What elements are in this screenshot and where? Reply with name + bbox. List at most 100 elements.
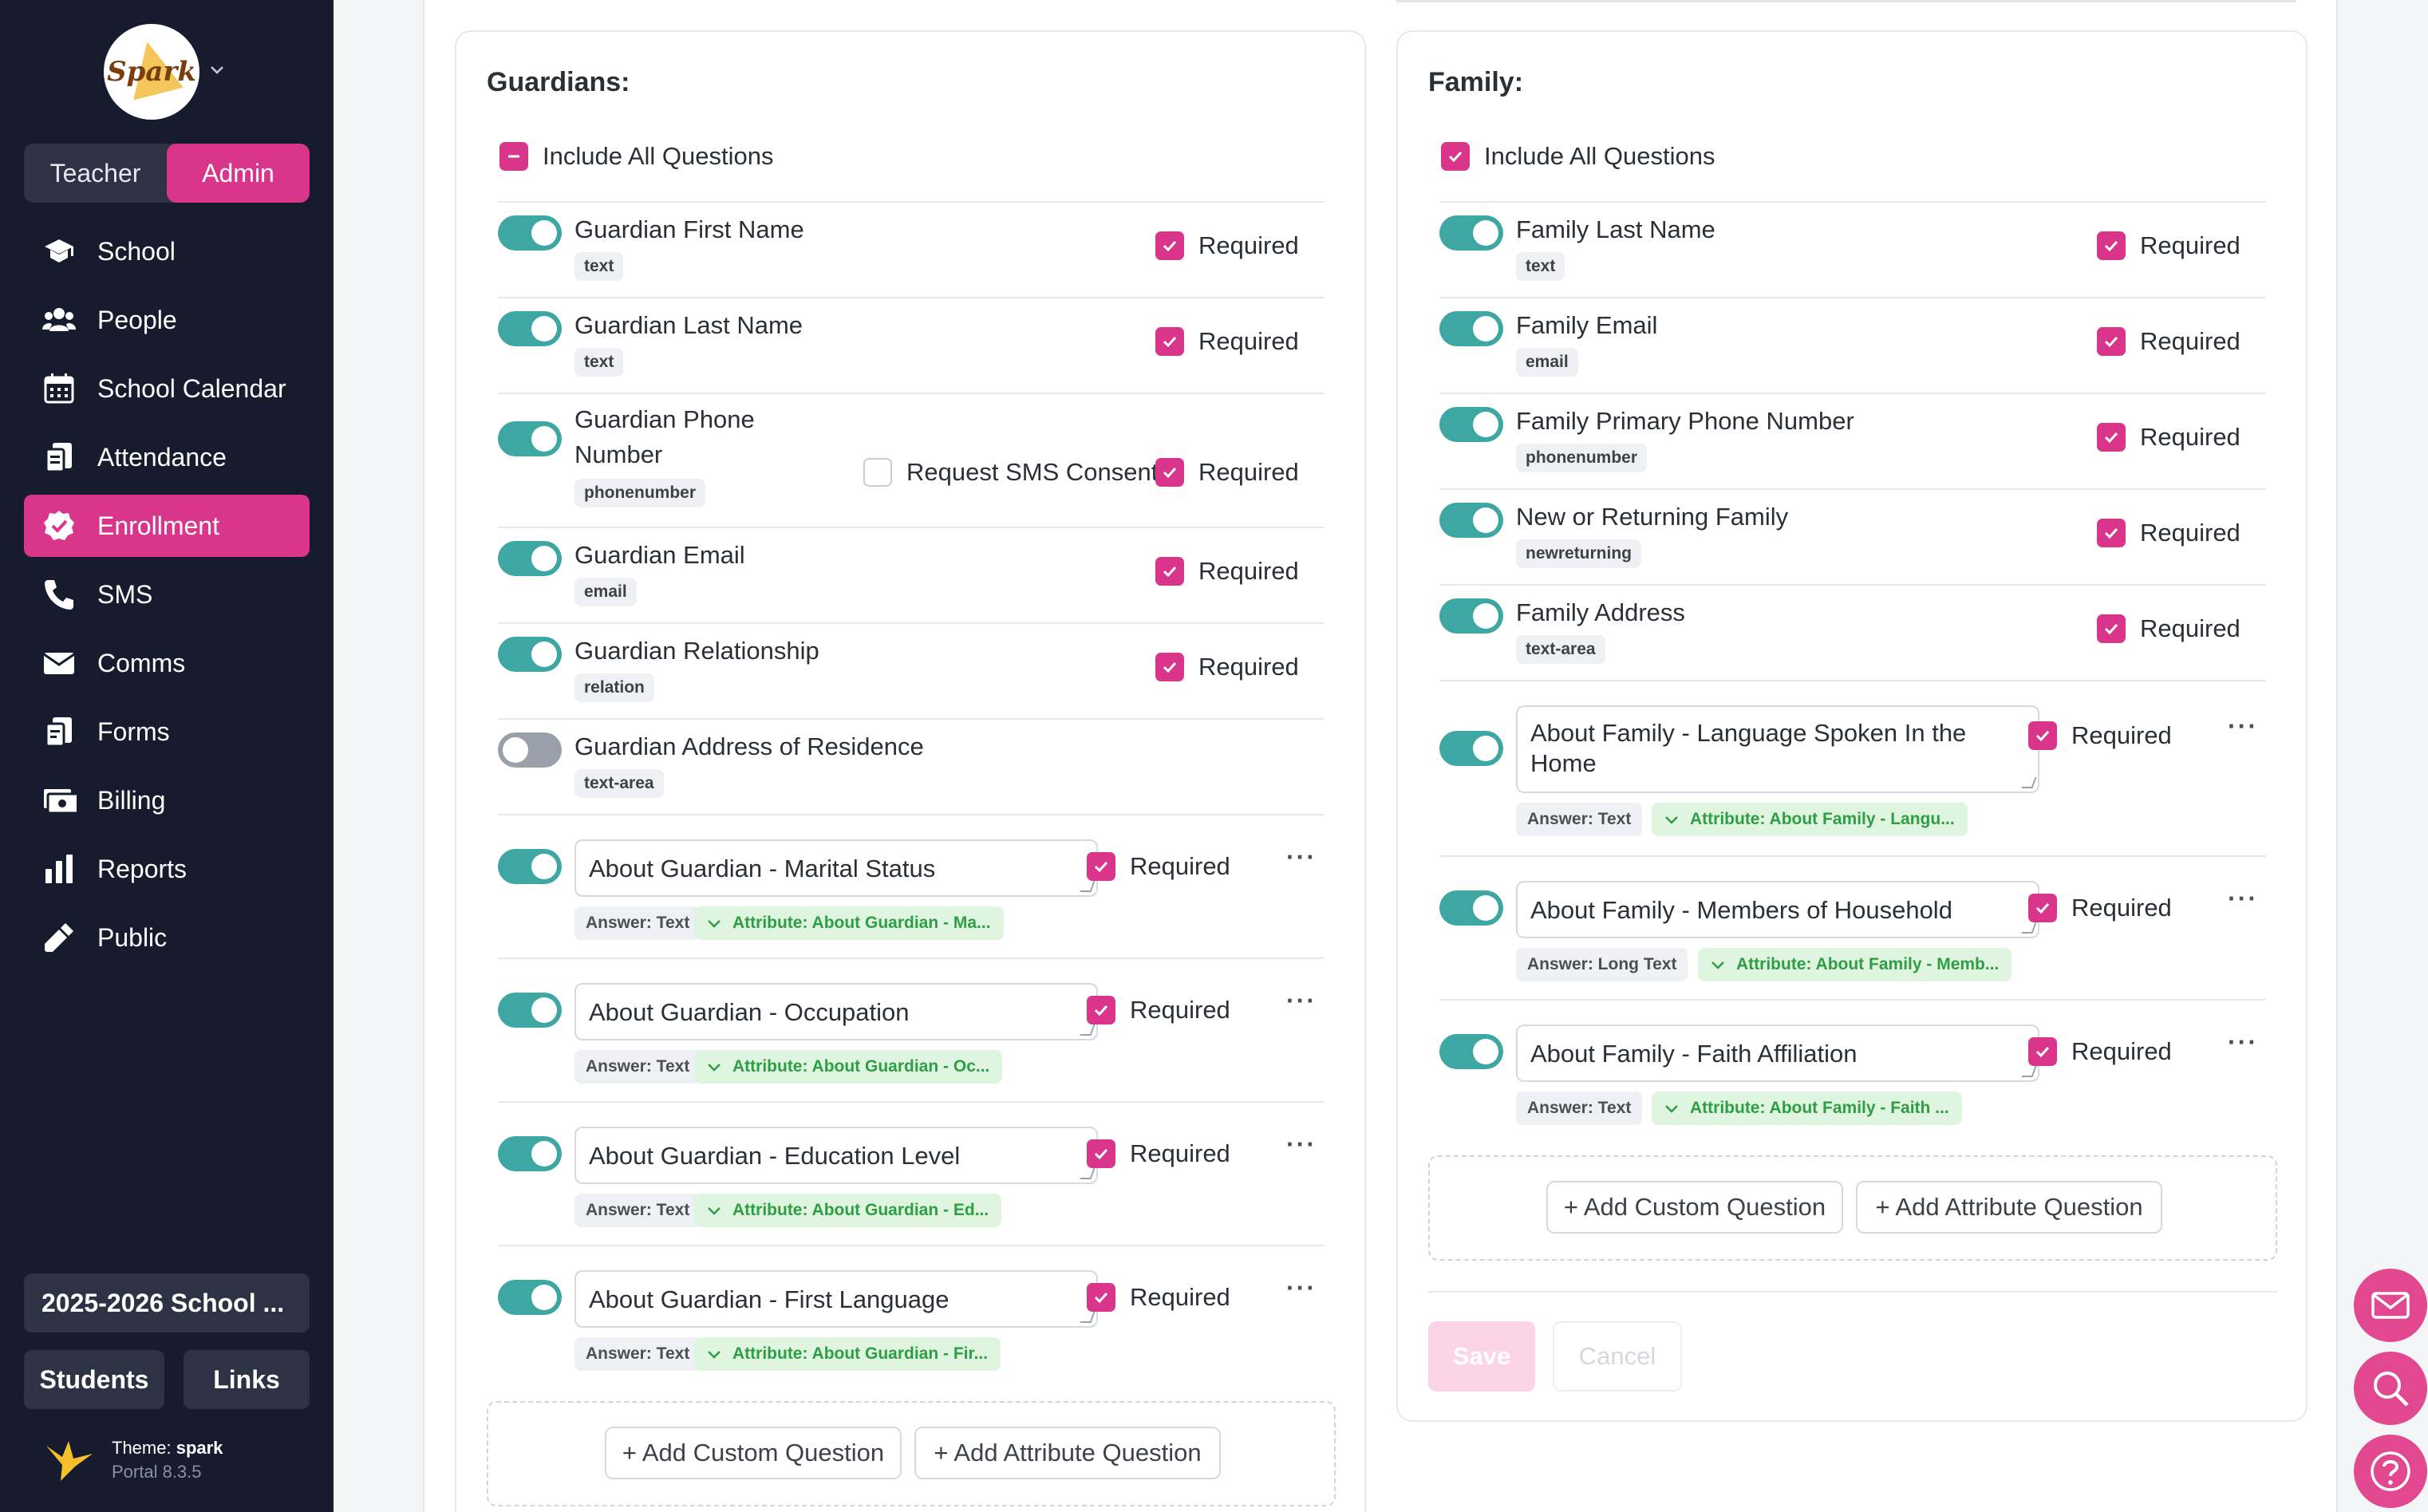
question-toggle[interactable] xyxy=(498,993,562,1028)
family-include-all[interactable]: Include All Questions xyxy=(1441,142,1715,171)
attribute-dropdown[interactable]: Attribute: About Guardian - Fir... xyxy=(694,1337,1001,1371)
sidebar-item-school-calendar[interactable]: School Calendar xyxy=(24,357,310,420)
question-text-input[interactable]: About Guardian - Marital Status xyxy=(574,839,1098,897)
attribute-dropdown[interactable]: Attribute: About Family - Langu... xyxy=(1652,803,1968,836)
teacher-role-button[interactable]: Teacher xyxy=(24,144,167,203)
field-toggle[interactable] xyxy=(1439,311,1503,346)
sidebar-item-billing[interactable]: Billing xyxy=(24,769,310,831)
sidebar-item-people[interactable]: People xyxy=(24,289,310,351)
required-control[interactable]: Required xyxy=(2097,423,2240,452)
field-toggle[interactable] xyxy=(498,541,562,576)
checkbox-checked[interactable] xyxy=(1441,142,1470,171)
field-toggle[interactable] xyxy=(498,311,562,346)
checkbox-checked[interactable] xyxy=(2097,231,2126,260)
checkbox-checked[interactable] xyxy=(1155,327,1184,356)
checkbox-checked[interactable] xyxy=(2097,327,2126,356)
field-toggle-off[interactable] xyxy=(498,732,562,768)
checkbox-checked[interactable] xyxy=(1087,1283,1115,1312)
checkbox-checked[interactable] xyxy=(1155,653,1184,681)
more-options-icon[interactable]: ··· xyxy=(2228,1028,2258,1057)
question-text-input[interactable]: About Family - Language Spoken In the Hom… xyxy=(1516,705,2039,793)
field-toggle[interactable] xyxy=(498,421,562,456)
add-custom-question-button[interactable]: + Add Custom Question xyxy=(1546,1181,1843,1234)
sidebar-item-school[interactable]: School xyxy=(24,220,310,282)
field-toggle[interactable] xyxy=(498,637,562,672)
checkbox-checked[interactable] xyxy=(1087,852,1115,881)
required-control[interactable]: Required xyxy=(2097,519,2240,547)
more-options-icon[interactable]: ··· xyxy=(2228,884,2258,914)
required-control[interactable]: Required xyxy=(2097,327,2240,356)
spark-logo[interactable]: Spark xyxy=(104,24,199,120)
required-control[interactable]: Required xyxy=(2028,894,2172,922)
field-toggle[interactable] xyxy=(1439,503,1503,538)
message-fab[interactable] xyxy=(2354,1269,2427,1342)
question-toggle[interactable] xyxy=(498,1280,562,1315)
required-control[interactable]: Required xyxy=(2097,231,2240,260)
sidebar-item-sms[interactable]: SMS xyxy=(24,563,310,626)
sidebar-item-reports[interactable]: Reports xyxy=(24,838,310,900)
help-fab[interactable] xyxy=(2354,1435,2427,1508)
more-options-icon[interactable]: ··· xyxy=(1286,1273,1317,1303)
field-toggle[interactable] xyxy=(1439,598,1503,634)
required-control[interactable]: Required xyxy=(2028,1037,2172,1066)
checkbox-checked[interactable] xyxy=(1087,996,1115,1024)
checkbox-checked[interactable] xyxy=(2097,423,2126,452)
question-toggle[interactable] xyxy=(1439,731,1503,766)
field-toggle[interactable] xyxy=(498,215,562,251)
required-control[interactable]: Required xyxy=(1155,327,1299,356)
checkbox-checked[interactable] xyxy=(1155,557,1184,586)
required-control[interactable]: Required xyxy=(1155,653,1299,681)
attribute-dropdown[interactable]: Attribute: About Guardian - Ma... xyxy=(694,906,1004,940)
indeterminate-checkbox[interactable] xyxy=(499,142,528,171)
checkbox-checked[interactable] xyxy=(2028,721,2057,750)
more-options-icon[interactable]: ··· xyxy=(1286,986,1317,1016)
attribute-dropdown[interactable]: Attribute: About Family - Memb... xyxy=(1698,948,2012,981)
chevron-down-icon[interactable] xyxy=(209,62,225,78)
guardians-include-all[interactable]: Include All Questions xyxy=(499,142,774,171)
required-control[interactable]: Required xyxy=(2097,614,2240,643)
cancel-button[interactable]: Cancel xyxy=(1553,1321,1682,1392)
checkbox-checked[interactable] xyxy=(2028,1037,2057,1066)
required-control[interactable]: Required xyxy=(1087,852,1230,881)
checkbox-checked[interactable] xyxy=(1155,458,1184,487)
school-year-selector[interactable]: 2025-2026 School ... xyxy=(24,1273,310,1332)
field-toggle[interactable] xyxy=(1439,407,1503,442)
question-text-input[interactable]: About Guardian - First Language xyxy=(574,1270,1098,1328)
sidebar-item-forms[interactable]: Forms xyxy=(24,701,310,763)
save-button[interactable]: Save xyxy=(1428,1321,1535,1392)
question-toggle[interactable] xyxy=(498,1136,562,1171)
more-options-icon[interactable]: ··· xyxy=(1286,1130,1317,1159)
attribute-dropdown[interactable]: Attribute: About Guardian - Ed... xyxy=(694,1194,1002,1227)
sidebar-item-comms[interactable]: Comms xyxy=(24,632,310,694)
checkbox-checked[interactable] xyxy=(2097,519,2126,547)
question-toggle[interactable] xyxy=(1439,890,1503,926)
more-options-icon[interactable]: ··· xyxy=(1286,843,1317,872)
required-control[interactable]: Required xyxy=(1155,231,1299,260)
question-text-input[interactable]: About Family - Members of Household xyxy=(1516,881,2039,938)
sms-consent-control[interactable]: Request SMS Consent xyxy=(863,458,1158,487)
sidebar-item-public[interactable]: Public xyxy=(24,906,310,969)
checkbox-checked[interactable] xyxy=(2028,894,2057,922)
checkbox-checked[interactable] xyxy=(1087,1139,1115,1168)
checkbox-checked[interactable] xyxy=(2097,614,2126,643)
question-toggle[interactable] xyxy=(1439,1034,1503,1069)
required-control[interactable]: Required xyxy=(2028,721,2172,750)
checkbox-unchecked[interactable] xyxy=(863,458,892,487)
checkbox-checked[interactable] xyxy=(1155,231,1184,260)
admin-role-button[interactable]: Admin xyxy=(167,144,310,203)
required-control[interactable]: Required xyxy=(1155,458,1299,487)
field-toggle[interactable] xyxy=(1439,215,1503,251)
attribute-dropdown[interactable]: Attribute: About Guardian - Oc... xyxy=(694,1050,1003,1084)
more-options-icon[interactable]: ··· xyxy=(2228,712,2258,741)
required-control[interactable]: Required xyxy=(1087,1283,1230,1312)
add-attribute-question-button[interactable]: + Add Attribute Question xyxy=(1856,1181,2162,1234)
question-text-input[interactable]: About Family - Faith Affiliation xyxy=(1516,1024,2039,1082)
attribute-dropdown[interactable]: Attribute: About Family - Faith ... xyxy=(1652,1092,1962,1125)
students-button[interactable]: Students xyxy=(24,1350,164,1409)
question-toggle[interactable] xyxy=(498,849,562,884)
sidebar-item-enrollment[interactable]: Enrollment xyxy=(24,495,310,557)
links-button[interactable]: Links xyxy=(184,1350,310,1409)
add-custom-question-button[interactable]: + Add Custom Question xyxy=(605,1427,902,1479)
required-control[interactable]: Required xyxy=(1087,1139,1230,1168)
question-text-input[interactable]: About Guardian - Occupation xyxy=(574,983,1098,1040)
